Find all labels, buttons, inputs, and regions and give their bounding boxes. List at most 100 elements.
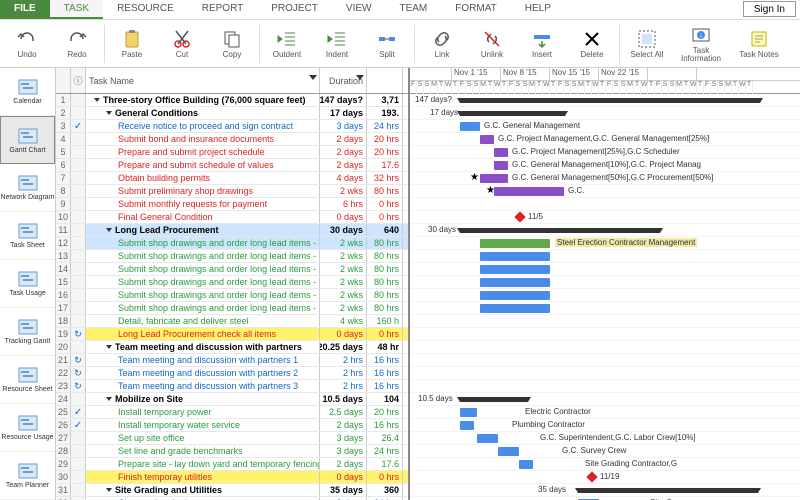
task-name-cell[interactable]: Prepare site - lay down yard and tempora… bbox=[86, 458, 320, 470]
col-task-name[interactable]: Task Name bbox=[86, 68, 320, 93]
duration-cell[interactable]: 2 wks bbox=[320, 302, 367, 314]
duration-cell[interactable]: 0 days bbox=[320, 328, 367, 340]
duration-cell[interactable]: 10.5 days bbox=[320, 393, 367, 405]
task-name-cell[interactable]: Set up site office bbox=[86, 432, 320, 444]
gantt-row[interactable]: G.C. Survey Crew bbox=[410, 445, 800, 458]
gantt-row[interactable]: Plumbing Contractor bbox=[410, 419, 800, 432]
gantt-row[interactable]: G.C. General Management[10%],G.C. Projec… bbox=[410, 159, 800, 172]
menu-tab-team[interactable]: TEAM bbox=[385, 0, 441, 19]
gantt-row[interactable] bbox=[410, 302, 800, 315]
gantt-row[interactable]: 10.5 days bbox=[410, 393, 800, 406]
gantt-row[interactable] bbox=[410, 354, 800, 367]
duration-cell[interactable]: 2 hrs bbox=[320, 380, 367, 392]
duration-cell[interactable]: 4 days bbox=[320, 172, 367, 184]
menu-tab-report[interactable]: REPORT bbox=[188, 0, 258, 19]
undo-button[interactable]: Undo bbox=[2, 22, 52, 66]
duration-cell[interactable]: 35 days bbox=[320, 484, 367, 496]
task-name-cell[interactable]: Submit shop drawings and order long lead… bbox=[86, 263, 320, 275]
duration-cell[interactable]: 30 days bbox=[320, 224, 367, 236]
task-name-cell[interactable]: Submit shop drawings and order long lead… bbox=[86, 276, 320, 288]
task-name-cell[interactable]: Submit preliminary shop drawings bbox=[86, 185, 320, 197]
gantt-row[interactable] bbox=[410, 380, 800, 393]
table-row[interactable]: 29Prepare site - lay down yard and tempo… bbox=[56, 458, 408, 471]
duration-cell[interactable]: 147 days? bbox=[320, 94, 367, 106]
table-row[interactable]: 8Submit preliminary shop drawings2 wks80… bbox=[56, 185, 408, 198]
view-team-planner[interactable]: Team Planner bbox=[0, 452, 55, 500]
view-resource-usage[interactable]: Resource Usage bbox=[0, 404, 55, 452]
table-row[interactable]: 24Mobilize on Site10.5 days104 bbox=[56, 393, 408, 406]
duration-cell[interactable]: 20.25 days bbox=[320, 341, 367, 353]
task-name-cell[interactable]: Team meeting and discussion with partner… bbox=[86, 380, 320, 392]
duration-cell[interactable]: 2.5 days bbox=[320, 406, 367, 418]
view-gantt-chart[interactable]: Gantt Chart bbox=[0, 116, 55, 164]
task-name-cell[interactable]: Install temporary power bbox=[86, 406, 320, 418]
duration-cell[interactable]: 4 wks bbox=[320, 315, 367, 327]
unlink-button[interactable]: Unlink bbox=[467, 22, 517, 66]
gantt-row[interactable] bbox=[410, 328, 800, 341]
select-all-button[interactable]: Select All bbox=[622, 22, 672, 66]
delete-button[interactable]: Delete bbox=[567, 22, 617, 66]
gantt-row[interactable]: 11/19 bbox=[410, 471, 800, 484]
table-row[interactable]: 23↻Team meeting and discussion with part… bbox=[56, 380, 408, 393]
gantt-row[interactable]: 35 days bbox=[410, 484, 800, 497]
col-extra[interactable] bbox=[367, 68, 403, 93]
gantt-row[interactable]: 17 days bbox=[410, 107, 800, 120]
menu-tab-format[interactable]: FORMAT bbox=[441, 0, 510, 19]
table-row[interactable]: 30Finish temporay utilities0 days0 hrs bbox=[56, 471, 408, 484]
cut-button[interactable]: Cut bbox=[157, 22, 207, 66]
table-row[interactable]: 13Submit shop drawings and order long le… bbox=[56, 250, 408, 263]
task-name-cell[interactable]: Mobilize on Site bbox=[86, 393, 320, 405]
table-row[interactable]: 20Team meeting and discussion with partn… bbox=[56, 341, 408, 354]
gantt-row[interactable] bbox=[410, 276, 800, 289]
task-name-cell[interactable]: Submit shop drawings and order long lead… bbox=[86, 302, 320, 314]
gantt-row[interactable] bbox=[410, 289, 800, 302]
task-name-cell[interactable]: Finish temporay utilities bbox=[86, 471, 320, 483]
gantt-row[interactable] bbox=[410, 367, 800, 380]
table-row[interactable]: 18Detail, fabricate and deliver steel4 w… bbox=[56, 315, 408, 328]
duration-cell[interactable]: 0 days bbox=[320, 211, 367, 223]
table-row[interactable]: 12Submit shop drawings and order long le… bbox=[56, 237, 408, 250]
redo-button[interactable]: Redo bbox=[52, 22, 102, 66]
gantt-row[interactable]: G.C. General Management bbox=[410, 120, 800, 133]
table-row[interactable]: 3✓Receive notice to proceed and sign con… bbox=[56, 120, 408, 133]
task-name-cell[interactable]: Submit shop drawings and order long lead… bbox=[86, 237, 320, 249]
menu-tab-resource[interactable]: RESOURCE bbox=[103, 0, 188, 19]
task-name-cell[interactable]: Submit shop drawings and order long lead… bbox=[86, 250, 320, 262]
task-name-cell[interactable]: General Conditions bbox=[86, 107, 320, 119]
task-name-cell[interactable]: Team meeting and discussion with partner… bbox=[86, 354, 320, 366]
menu-tab-task[interactable]: TASK bbox=[50, 0, 103, 19]
duration-cell[interactable]: 2 days bbox=[320, 458, 367, 470]
split-button[interactable]: Split bbox=[362, 22, 412, 66]
table-row[interactable]: 17Submit shop drawings and order long le… bbox=[56, 302, 408, 315]
task-name-cell[interactable]: Team meeting and discussion with partner… bbox=[86, 367, 320, 379]
table-row[interactable]: 26✓Install temporary water service2 days… bbox=[56, 419, 408, 432]
col-rownum[interactable] bbox=[56, 68, 71, 93]
duration-cell[interactable]: 2 wks bbox=[320, 250, 367, 262]
gantt-row[interactable]: G.C. Superintendent,G.C. Labor Crew[10%] bbox=[410, 432, 800, 445]
task-name-cell[interactable]: Team meeting and discussion with partner… bbox=[86, 341, 320, 353]
duration-cell[interactable]: 2 wks bbox=[320, 185, 367, 197]
duration-cell[interactable]: 6 hrs bbox=[320, 198, 367, 210]
task-name-cell[interactable]: Set line and grade benchmarks bbox=[86, 445, 320, 457]
duration-cell[interactable]: 2 days bbox=[320, 133, 367, 145]
view-calendar[interactable]: Calendar bbox=[0, 68, 55, 116]
paste-button[interactable]: Paste bbox=[107, 22, 157, 66]
task-name-cell[interactable]: Prepare and submit schedule of values bbox=[86, 159, 320, 171]
table-row[interactable]: 27Set up site office3 days26.4 bbox=[56, 432, 408, 445]
menu-tab-help[interactable]: HELP bbox=[511, 0, 565, 19]
gantt-row[interactable] bbox=[410, 198, 800, 211]
gantt-row[interactable] bbox=[410, 315, 800, 328]
task-name-cell[interactable]: Submit bond and insurance documents bbox=[86, 133, 320, 145]
gantt-row[interactable]: 11/5 bbox=[410, 211, 800, 224]
view-tracking-gantt[interactable]: Tracking Gantt bbox=[0, 308, 55, 356]
gantt-row[interactable] bbox=[410, 341, 800, 354]
duration-cell[interactable]: 2 days bbox=[320, 159, 367, 171]
duration-cell[interactable]: 2 days bbox=[320, 419, 367, 431]
task-name-cell[interactable]: Submit monthly requests for payment bbox=[86, 198, 320, 210]
copy-button[interactable]: Copy bbox=[207, 22, 257, 66]
table-row[interactable]: 6Prepare and submit schedule of values2 … bbox=[56, 159, 408, 172]
view-network-diagram[interactable]: Network Diagram bbox=[0, 164, 55, 212]
table-row[interactable]: 11Long Lead Procurement30 days640 bbox=[56, 224, 408, 237]
file-menu[interactable]: FILE bbox=[0, 0, 50, 19]
gantt-row[interactable]: 147 days? bbox=[410, 94, 800, 107]
